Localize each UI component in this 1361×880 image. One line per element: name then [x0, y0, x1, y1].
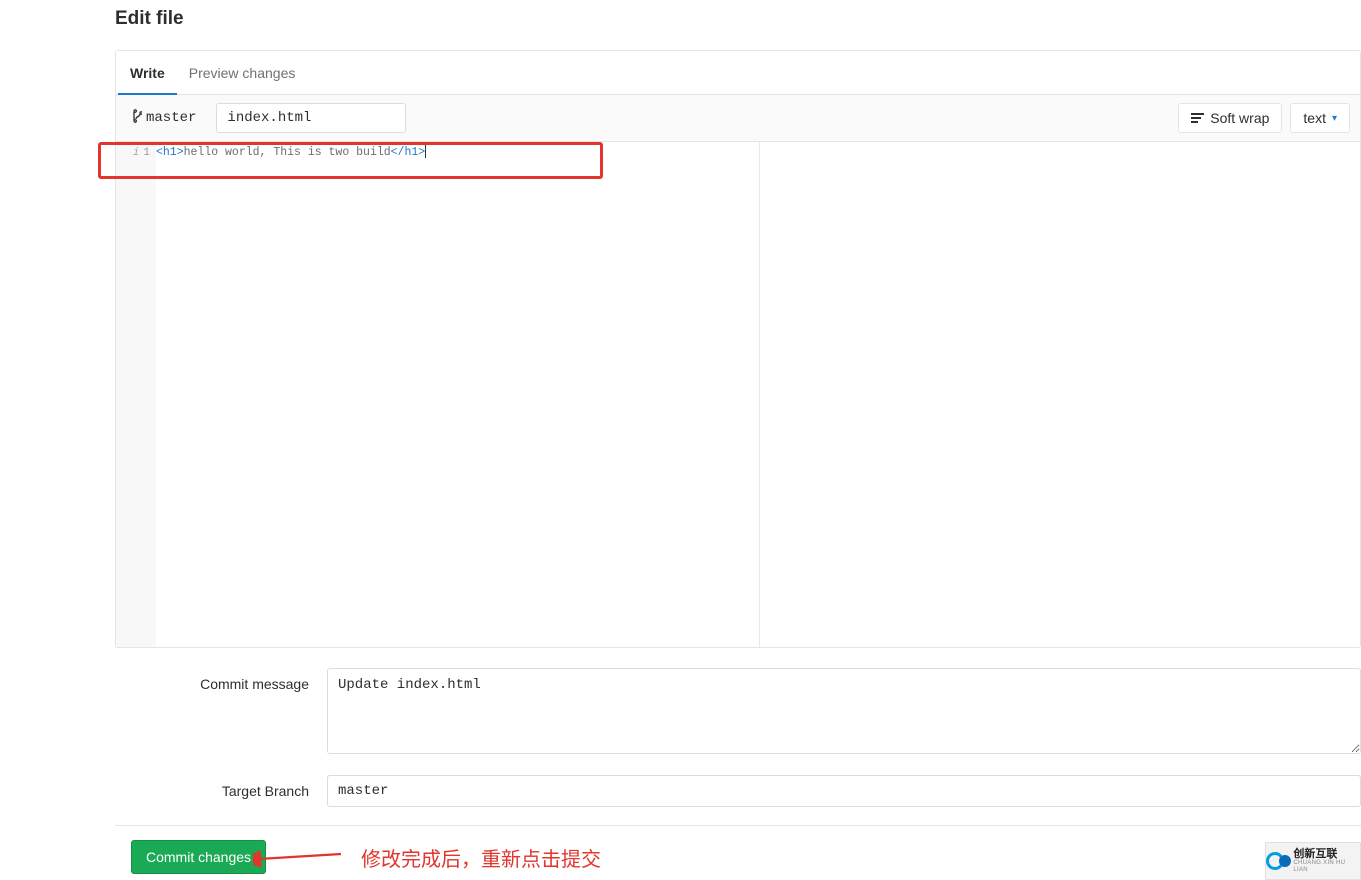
- tabs-bar: Write Preview changes: [116, 51, 1360, 95]
- watermark-subtext: CHUANG XIN HU LIAN: [1293, 860, 1360, 873]
- footer-divider: [115, 825, 1361, 826]
- footer-actions: Commit changes 修改完成后，重新点击提交: [0, 840, 1361, 874]
- format-label: text: [1303, 110, 1326, 126]
- code-line-1: <h1>hello world, This is two build</h1>: [156, 145, 1360, 161]
- branch-label: master: [126, 105, 202, 132]
- soft-wrap-label: Soft wrap: [1210, 110, 1269, 126]
- file-bar: master Soft wrap text ▾: [116, 95, 1360, 142]
- soft-wrap-button[interactable]: Soft wrap: [1178, 103, 1282, 133]
- watermark: 创新互联 CHUANG XIN HU LIAN: [1265, 842, 1361, 880]
- editor-cursor: [425, 145, 426, 158]
- code-editor[interactable]: i1 <h1>hello world, This is two build</h…: [116, 142, 1360, 647]
- editor-vertical-rule: [759, 142, 760, 647]
- target-branch-label: Target Branch: [115, 775, 327, 799]
- annotation-text: 修改完成后，重新点击提交: [361, 843, 601, 872]
- editor-panel: Write Preview changes master Soft wrap t…: [115, 50, 1361, 648]
- line-number: 1: [143, 145, 150, 161]
- fold-icon: i: [133, 145, 140, 161]
- annotation-arrow: [253, 848, 343, 868]
- tab-preview-changes[interactable]: Preview changes: [177, 51, 308, 95]
- wrap-icon: [1191, 113, 1204, 123]
- commit-message-textarea[interactable]: [327, 668, 1361, 754]
- editor-gutter: i1: [116, 142, 156, 647]
- format-dropdown[interactable]: text ▾: [1290, 103, 1350, 133]
- tab-write[interactable]: Write: [118, 51, 177, 95]
- target-branch-input[interactable]: [327, 775, 1361, 807]
- commit-section: Commit message Target Branch: [115, 668, 1361, 807]
- branch-icon: [132, 109, 142, 128]
- chevron-down-icon: ▾: [1332, 113, 1337, 124]
- commit-changes-button[interactable]: Commit changes: [131, 840, 266, 874]
- commit-message-label: Commit message: [115, 668, 327, 692]
- watermark-logo-icon: [1266, 849, 1289, 873]
- watermark-text: 创新互联: [1293, 849, 1360, 861]
- page-title: Edit file: [115, 8, 1361, 30]
- filename-input[interactable]: [216, 103, 406, 133]
- branch-name: master: [146, 110, 196, 126]
- code-area[interactable]: <h1>hello world, This is two build</h1>: [156, 142, 1360, 647]
